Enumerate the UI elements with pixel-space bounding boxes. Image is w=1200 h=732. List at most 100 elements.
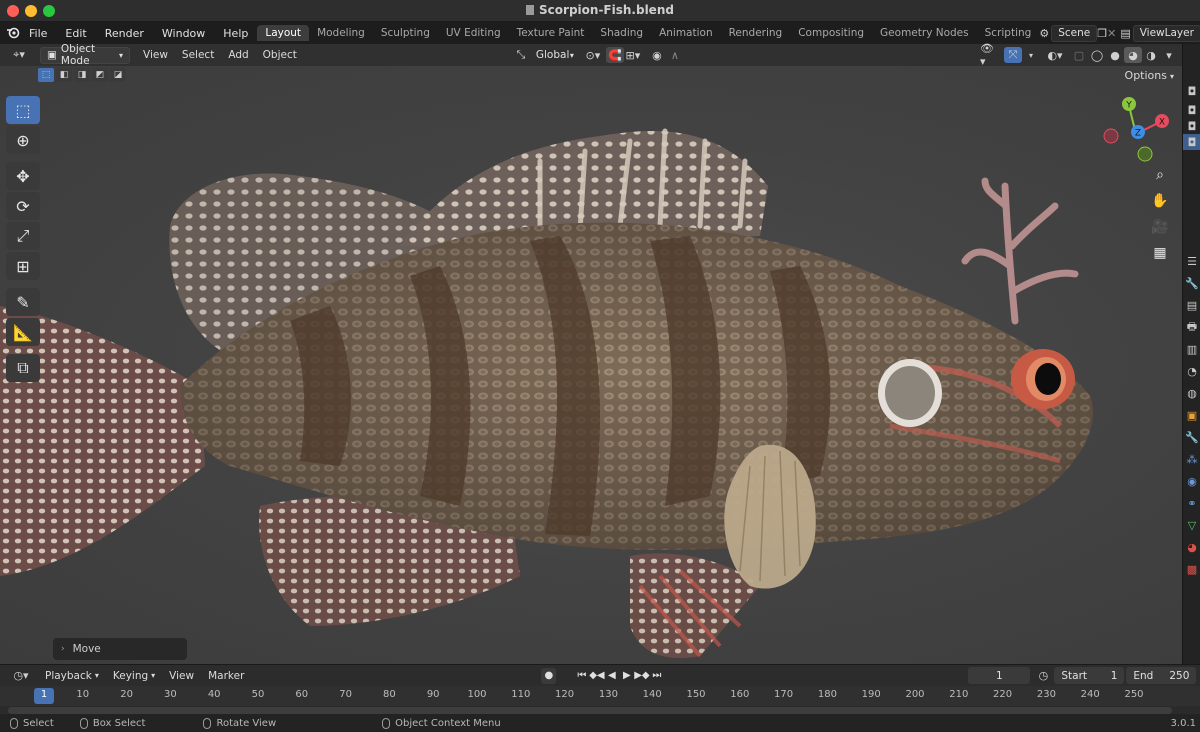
overlays-icon[interactable]: ◐▾ bbox=[1046, 47, 1064, 63]
timeline-menu-marker[interactable]: Marker bbox=[201, 670, 251, 682]
next-keyframe-icon[interactable]: ▶◆ bbox=[634, 668, 649, 684]
delete-scene-icon[interactable]: ✕ bbox=[1107, 25, 1116, 41]
render-properties-icon[interactable]: ▤ bbox=[1183, 294, 1200, 316]
visibility-icon[interactable]: 👁▾ bbox=[980, 42, 998, 68]
shading-options-icon[interactable]: ▾ bbox=[1160, 47, 1178, 63]
move-tool[interactable]: ✥ bbox=[6, 162, 40, 190]
play-reverse-icon[interactable]: ◀ bbox=[604, 668, 619, 684]
view-layer-name-field[interactable]: ViewLayer bbox=[1132, 24, 1200, 42]
new-scene-icon[interactable]: ❐ bbox=[1097, 25, 1107, 41]
select-box-tool[interactable]: ⬚ bbox=[6, 96, 40, 124]
clock-icon[interactable]: ◷ bbox=[1034, 668, 1052, 684]
start-frame-field[interactable]: Start 1 bbox=[1054, 667, 1125, 684]
constraints-properties-icon[interactable]: ⚭ bbox=[1183, 492, 1200, 514]
scene-properties-icon[interactable]: ◔ bbox=[1183, 360, 1200, 382]
tab-modeling[interactable]: Modeling bbox=[309, 25, 373, 41]
annotate-tool[interactable]: ✎ bbox=[6, 288, 40, 316]
menu-file[interactable]: File bbox=[20, 27, 56, 40]
physics-properties-icon[interactable]: ◉ bbox=[1183, 470, 1200, 492]
3d-viewport[interactable]: ⬚ ◧ ◨ ◩ ◪ Options ▾ ⬚ ⊕ ✥ ⟳ ⤢ ⊞ ✎ 📐 ⧉ Y … bbox=[0, 66, 1182, 664]
last-operator-panel[interactable]: › Move bbox=[53, 638, 187, 660]
hand-pan-icon[interactable]: ✋ bbox=[1147, 188, 1173, 214]
view-layer-properties-icon[interactable]: ▥ bbox=[1183, 338, 1200, 360]
tab-geometry-nodes[interactable]: Geometry Nodes bbox=[872, 25, 977, 41]
gizmo-dropdown-icon[interactable]: ▾ bbox=[1022, 47, 1040, 63]
editor-type-icon[interactable]: ⌖▾ bbox=[6, 47, 32, 63]
snap-target-icon[interactable]: ⊞▾ bbox=[624, 47, 642, 63]
wireframe-shading-icon[interactable]: ◯ bbox=[1088, 47, 1106, 63]
timeline-ruler[interactable]: 1 10 20 30 40 50 60 70 80 90 100 110 120 130 140 150 160… bbox=[0, 686, 1200, 706]
timeline-scrollbar[interactable] bbox=[8, 707, 1172, 714]
timeline-editor-type-icon[interactable]: ◷▾ bbox=[8, 668, 34, 684]
tab-shading[interactable]: Shading bbox=[592, 25, 651, 41]
viewport-nav-buttons: ⌕ ✋ 🎥 ▦ bbox=[1147, 162, 1173, 266]
output-properties-icon[interactable]: 🖶 bbox=[1183, 316, 1200, 338]
xray-icon[interactable]: ▢ bbox=[1070, 47, 1088, 63]
rendered-shading-icon[interactable]: ◑ bbox=[1142, 47, 1160, 63]
tab-rendering[interactable]: Rendering bbox=[721, 25, 791, 41]
navigation-gizmo[interactable]: Y X Z bbox=[1100, 94, 1172, 166]
menu-select[interactable]: Select bbox=[175, 49, 221, 61]
menu-object[interactable]: Object bbox=[256, 49, 304, 61]
material-properties-icon[interactable]: ◕ bbox=[1183, 536, 1200, 558]
particles-properties-icon[interactable]: ⁂ bbox=[1183, 448, 1200, 470]
menu-add[interactable]: Add bbox=[221, 49, 255, 61]
scale-tool[interactable]: ⤢ bbox=[6, 222, 40, 250]
tab-layout[interactable]: Layout bbox=[257, 25, 310, 41]
jump-start-icon[interactable]: ⏮ bbox=[574, 668, 589, 684]
menu-view[interactable]: View bbox=[136, 49, 175, 61]
add-cube-tool[interactable]: ⧉ bbox=[6, 354, 40, 382]
modifier-properties-icon[interactable]: 🔧 bbox=[1183, 426, 1200, 448]
timeline-menu-view[interactable]: View bbox=[162, 670, 201, 682]
tab-texture-paint[interactable]: Texture Paint bbox=[509, 25, 593, 41]
end-frame-field[interactable]: End 250 bbox=[1126, 667, 1197, 684]
timeline-menu-playback[interactable]: Playback ▾ bbox=[38, 670, 106, 682]
camera-icon[interactable]: ◘ bbox=[1183, 80, 1200, 102]
falloff-icon[interactable]: ∧ bbox=[666, 47, 684, 63]
timeline-menu-keying[interactable]: Keying ▾ bbox=[106, 670, 162, 682]
scene-name-field[interactable]: Scene bbox=[1051, 24, 1098, 42]
cursor-tool[interactable]: ⊕ bbox=[6, 126, 40, 154]
blender-logo-icon[interactable] bbox=[6, 25, 20, 41]
tab-scripting[interactable]: Scripting bbox=[977, 25, 1040, 41]
tab-uv-editing[interactable]: UV Editing bbox=[438, 25, 509, 41]
texture-properties-icon[interactable]: ▩ bbox=[1183, 558, 1200, 580]
scene-selector-icon[interactable]: ⚙ bbox=[1039, 25, 1049, 41]
gizmo-toggle-icon[interactable]: ⤧ bbox=[1004, 47, 1022, 63]
mode-selector[interactable]: ▣ Object Mode ▾ bbox=[40, 43, 130, 67]
camera-icon[interactable]: ◘ bbox=[1183, 134, 1200, 150]
menu-render[interactable]: Render bbox=[96, 27, 153, 40]
tab-sculpting[interactable]: Sculpting bbox=[373, 25, 438, 41]
outliner-toggle-icon[interactable]: ☰ bbox=[1183, 250, 1200, 272]
solid-shading-icon[interactable]: ● bbox=[1106, 47, 1124, 63]
transform-orientation-dropdown[interactable]: Global ▾ bbox=[529, 46, 580, 64]
snap-toggle-icon[interactable]: 🧲 bbox=[605, 47, 624, 63]
scorpion-fish-model[interactable] bbox=[0, 66, 1182, 664]
menu-edit[interactable]: Edit bbox=[56, 27, 95, 40]
camera-icon[interactable]: ◘ bbox=[1183, 102, 1200, 118]
camera-view-icon[interactable]: 🎥 bbox=[1147, 214, 1173, 240]
tab-animation[interactable]: Animation bbox=[651, 25, 721, 41]
data-properties-icon[interactable]: ▽ bbox=[1183, 514, 1200, 536]
menu-help[interactable]: Help bbox=[214, 27, 257, 40]
perspective-grid-icon[interactable]: ▦ bbox=[1147, 240, 1173, 266]
play-icon[interactable]: ▶ bbox=[619, 668, 634, 684]
tool-properties-icon[interactable]: 🔧 bbox=[1183, 272, 1200, 294]
object-properties-icon[interactable]: ▣ bbox=[1183, 404, 1200, 426]
menu-window[interactable]: Window bbox=[153, 27, 214, 40]
current-frame-field[interactable]: 1 bbox=[968, 667, 1031, 684]
tab-compositing[interactable]: Compositing bbox=[790, 25, 872, 41]
prev-keyframe-icon[interactable]: ◆◀ bbox=[589, 668, 604, 684]
rotate-tool[interactable]: ⟳ bbox=[6, 192, 40, 220]
world-properties-icon[interactable]: ◍ bbox=[1183, 382, 1200, 404]
zoom-icon[interactable]: ⌕ bbox=[1147, 162, 1173, 188]
measure-tool[interactable]: 📐 bbox=[6, 318, 40, 346]
proportional-edit-icon[interactable]: ◉ bbox=[648, 47, 666, 63]
jump-end-icon[interactable]: ⏭ bbox=[649, 668, 664, 684]
view-layer-selector-icon[interactable]: ▤ bbox=[1120, 25, 1130, 41]
material-preview-icon[interactable]: ◕ bbox=[1124, 47, 1142, 63]
record-icon[interactable]: ● bbox=[541, 667, 557, 684]
transform-tool[interactable]: ⊞ bbox=[6, 252, 40, 280]
pivot-point-icon[interactable]: ⊙▾ bbox=[584, 47, 602, 63]
camera-icon[interactable]: ◘ bbox=[1183, 118, 1200, 134]
